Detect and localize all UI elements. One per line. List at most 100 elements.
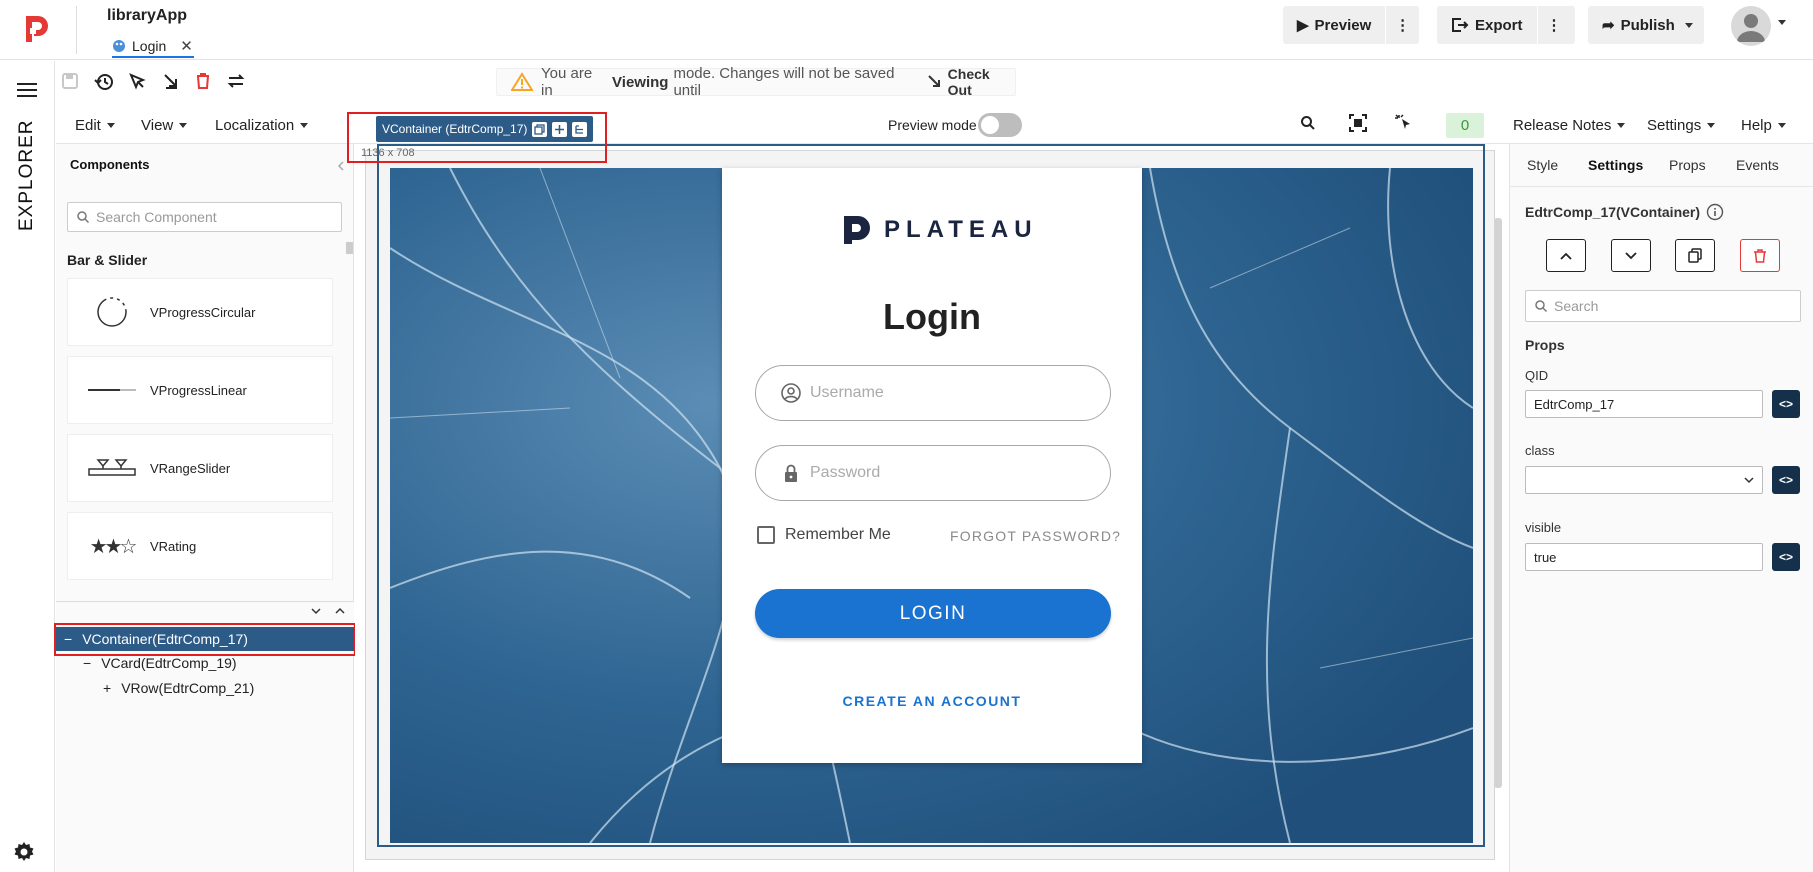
focus-frame-icon[interactable] bbox=[1348, 113, 1368, 133]
save-icon[interactable] bbox=[61, 72, 83, 94]
publish-label: Publish bbox=[1620, 16, 1675, 34]
component-item-vprogresslinear[interactable]: VProgressLinear bbox=[67, 356, 333, 424]
component-item-label: VRangeSlider bbox=[150, 460, 231, 476]
qid-binding-button[interactable]: <> bbox=[1772, 390, 1800, 418]
expand-node-icon[interactable]: + bbox=[103, 680, 111, 696]
preview-button[interactable]: ▶ Preview bbox=[1283, 6, 1385, 44]
checkout-label: Check Out bbox=[947, 66, 990, 98]
account-menu-chevron-icon[interactable] bbox=[1778, 20, 1786, 25]
menu-help[interactable]: Help bbox=[1741, 117, 1786, 134]
container-dimensions: 1136 x 708 bbox=[361, 147, 415, 159]
class-select[interactable] bbox=[1525, 466, 1763, 494]
export-more-button[interactable]: ⋮ bbox=[1536, 6, 1571, 44]
password-field[interactable]: Password bbox=[755, 445, 1111, 501]
props-section-title: Props bbox=[1525, 337, 1565, 353]
visible-input[interactable]: true bbox=[1525, 543, 1763, 571]
tab-style[interactable]: Style bbox=[1527, 157, 1558, 173]
preview-mode-toggle[interactable] bbox=[978, 113, 1022, 137]
menu-release-notes[interactable]: Release Notes bbox=[1513, 117, 1626, 134]
forgot-password-link[interactable]: FORGOT PASSWORD? bbox=[950, 528, 1121, 544]
checkbox-box[interactable] bbox=[757, 526, 775, 544]
menu-view-label: View bbox=[141, 117, 174, 134]
user-circle-icon bbox=[780, 382, 802, 404]
create-account-link[interactable]: CREATE AN ACCOUNT bbox=[722, 693, 1142, 709]
error-counter-badge[interactable]: 0 bbox=[1446, 113, 1484, 138]
component-title: EdtrComp_17(VContainer) bbox=[1525, 203, 1724, 221]
tabs-divider bbox=[1509, 186, 1813, 187]
hamburger-menu-icon[interactable] bbox=[17, 82, 37, 98]
collapse-panel-icon[interactable] bbox=[335, 160, 347, 172]
duplicate-button[interactable] bbox=[1675, 239, 1715, 272]
divider bbox=[76, 6, 77, 54]
login-button[interactable]: LOGIN bbox=[755, 589, 1111, 638]
class-binding-button[interactable]: <> bbox=[1772, 466, 1800, 494]
menu-settings[interactable]: Settings bbox=[1647, 117, 1716, 134]
collapse-node-icon[interactable]: − bbox=[83, 655, 91, 671]
explorer-label[interactable]: EXPLORER bbox=[14, 119, 40, 230]
menu-edit[interactable]: Edit bbox=[75, 117, 115, 134]
tab-props[interactable]: Props bbox=[1669, 157, 1706, 173]
tree-item-label: VRow(EdtrComp_21) bbox=[121, 680, 255, 696]
history-icon[interactable] bbox=[94, 72, 116, 94]
app-logo-icon[interactable] bbox=[22, 14, 50, 42]
rating-stars-icon: ★★☆ bbox=[89, 535, 138, 558]
props-search-input[interactable]: Search bbox=[1525, 290, 1801, 322]
component-search-input[interactable]: Search Component bbox=[67, 202, 342, 232]
cursor-select-icon[interactable] bbox=[128, 72, 150, 94]
component-item-label: VProgressLinear bbox=[150, 382, 247, 398]
components-scrollbar[interactable] bbox=[346, 242, 353, 254]
tree-item-vcard[interactable]: − VCard(EdtrComp_19) bbox=[83, 655, 237, 671]
move-up-button[interactable] bbox=[1546, 239, 1586, 272]
publish-button[interactable]: ➦ Publish bbox=[1588, 6, 1704, 44]
qid-input[interactable]: EdtrComp_17 bbox=[1525, 390, 1763, 418]
play-icon: ▶ bbox=[1297, 17, 1309, 34]
range-slider-icon bbox=[88, 450, 136, 486]
remember-me-checkbox[interactable]: Remember Me bbox=[757, 526, 891, 544]
move-down-button[interactable] bbox=[1611, 239, 1651, 272]
chevron-down-icon bbox=[1617, 123, 1626, 128]
chevron-down-icon bbox=[106, 123, 115, 128]
gear-icon[interactable] bbox=[12, 840, 36, 864]
tab-settings[interactable]: Settings bbox=[1588, 157, 1643, 173]
export-button[interactable]: Export bbox=[1437, 6, 1537, 44]
class-label: class bbox=[1525, 443, 1555, 458]
export-button-group: Export ⋮ bbox=[1437, 6, 1575, 44]
username-field[interactable]: Username bbox=[755, 365, 1111, 421]
expand-down-icon[interactable] bbox=[310, 606, 322, 616]
menu-view[interactable]: View bbox=[141, 117, 188, 134]
toggle-knob bbox=[981, 116, 999, 134]
close-tab-icon[interactable]: ✕ bbox=[180, 37, 193, 55]
checkin-arrow-icon[interactable] bbox=[162, 72, 184, 94]
component-item-vprogresscircular[interactable]: VProgressCircular bbox=[67, 278, 333, 346]
click-pointer-icon[interactable] bbox=[1394, 113, 1414, 133]
tree-item-vrow[interactable]: + VRow(EdtrComp_21) bbox=[103, 680, 254, 696]
tab-login[interactable]: Login ✕ bbox=[112, 35, 193, 57]
tab-events[interactable]: Events bbox=[1736, 157, 1779, 173]
search-icon[interactable] bbox=[1300, 115, 1316, 131]
chevron-down-icon bbox=[1624, 251, 1638, 261]
export-icon bbox=[1451, 17, 1469, 33]
tab-label: Login bbox=[132, 38, 167, 54]
delete-icon[interactable] bbox=[194, 72, 216, 94]
progress-linear-icon bbox=[88, 372, 136, 408]
avatar[interactable] bbox=[1731, 6, 1771, 46]
delete-component-button[interactable] bbox=[1740, 239, 1780, 272]
swap-icon[interactable] bbox=[227, 72, 249, 94]
share-arrow-icon: ➦ bbox=[1602, 17, 1615, 34]
info-icon[interactable] bbox=[1706, 203, 1724, 221]
visible-binding-button[interactable]: <> bbox=[1772, 543, 1800, 571]
menu-localization[interactable]: Localization bbox=[215, 117, 309, 134]
menu-release-notes-label: Release Notes bbox=[1513, 117, 1612, 134]
collapse-up-icon[interactable] bbox=[334, 606, 346, 616]
checkout-button[interactable]: Check Out bbox=[927, 66, 1015, 98]
highlight-box bbox=[54, 623, 356, 656]
component-item-vrating[interactable]: ★★☆ VRating bbox=[67, 512, 333, 580]
progress-circular-icon bbox=[88, 294, 136, 330]
component-search-placeholder: Search Component bbox=[96, 209, 217, 225]
component-item-vrangeslider[interactable]: VRangeSlider bbox=[67, 434, 333, 502]
app-name: libraryApp bbox=[107, 7, 188, 24]
canvas-scrollbar[interactable] bbox=[1494, 218, 1502, 788]
preview-more-button[interactable]: ⋮ bbox=[1385, 6, 1419, 44]
section-title: Bar & Slider bbox=[67, 252, 148, 268]
username-placeholder: Username bbox=[810, 384, 884, 401]
